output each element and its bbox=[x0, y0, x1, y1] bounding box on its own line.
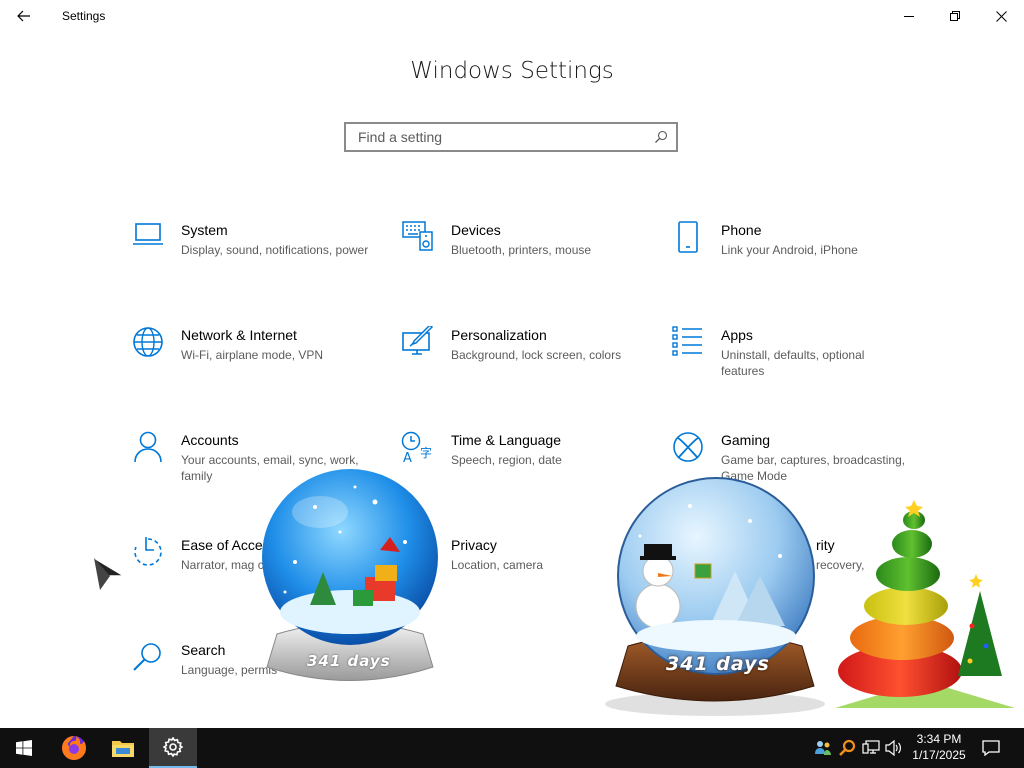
time-language-icon: A字 bbox=[401, 431, 435, 465]
tile-ease-of-access[interactable]: Ease of Acce Narrator, mag contrast bbox=[131, 536, 371, 606]
tile-name: Personalization bbox=[451, 327, 547, 343]
notification-icon bbox=[982, 740, 1000, 756]
magnifier-icon bbox=[131, 641, 165, 675]
tile-name: Search bbox=[181, 642, 226, 658]
person-icon bbox=[131, 431, 165, 465]
search-icon[interactable] bbox=[650, 130, 672, 144]
tile-description: Language, permis bbox=[181, 663, 278, 677]
taskbar: 3:34 PM 1/17/2025 bbox=[0, 728, 1024, 768]
snowglobe-brown-caption: 341 days bbox=[666, 653, 770, 675]
windows-logo-icon bbox=[16, 740, 32, 756]
tile-name: Network & Internet bbox=[181, 327, 297, 343]
title-bar: Settings bbox=[0, 0, 1024, 32]
tile-personalization[interactable]: Personalization Background, lock screen,… bbox=[401, 326, 641, 396]
paintbrush-monitor-icon bbox=[401, 326, 435, 360]
close-icon bbox=[995, 10, 1007, 22]
tray-people[interactable] bbox=[812, 728, 834, 768]
tile-devices[interactable]: Devices Bluetooth, printers, mouse bbox=[401, 221, 641, 291]
globe-icon bbox=[131, 326, 165, 360]
tile-name: Phone bbox=[721, 222, 762, 238]
lock-icon bbox=[401, 536, 435, 570]
tile-description: recovery, bbox=[816, 558, 865, 572]
christmas-tree-icon bbox=[835, 500, 1015, 708]
start-button[interactable] bbox=[0, 728, 48, 768]
action-center-button[interactable] bbox=[980, 728, 1002, 768]
taskbar-settings[interactable] bbox=[149, 728, 197, 768]
ease-of-access-icon bbox=[131, 536, 165, 570]
tile-description: Game bar, captures, broadcasting, Game M… bbox=[721, 453, 906, 483]
tile-description: Display, sound, notifications, power bbox=[181, 243, 369, 257]
tray-search-tool[interactable] bbox=[836, 728, 858, 768]
tile-system[interactable]: System Display, sound, notifications, po… bbox=[131, 221, 371, 291]
tile-name: Ease of Acce bbox=[181, 537, 263, 553]
folder-icon bbox=[112, 741, 134, 757]
phone-icon bbox=[671, 221, 705, 255]
tile-privacy[interactable]: Privacy Location, camera bbox=[401, 536, 641, 606]
tile-description: Background, lock screen, colors bbox=[451, 348, 622, 362]
tile-search[interactable]: Search Language, permis bbox=[131, 641, 371, 711]
tile-description: Narrator, mag contrast bbox=[181, 558, 301, 572]
arrow-left-icon bbox=[17, 10, 30, 22]
app-title: Settings bbox=[62, 9, 106, 23]
tile-name: Accounts bbox=[181, 432, 239, 448]
tile-update-security[interactable]: rity recovery, bbox=[770, 536, 910, 606]
search-input[interactable] bbox=[356, 124, 650, 150]
firefox-icon bbox=[62, 736, 86, 760]
gear-icon bbox=[163, 737, 183, 757]
tile-name: Gaming bbox=[721, 432, 771, 448]
tile-accounts[interactable]: Accounts Your accounts, email, sync, wor… bbox=[131, 431, 371, 501]
tray-volume[interactable] bbox=[883, 728, 905, 768]
search-tool-icon bbox=[839, 739, 856, 756]
tile-name: Devices bbox=[451, 222, 501, 238]
clock-date: 1/17/2025 bbox=[912, 748, 966, 762]
tile-time-language[interactable]: A字 Time & Language Speech, region, date bbox=[401, 431, 641, 501]
close-button[interactable] bbox=[978, 0, 1024, 32]
tile-phone[interactable]: Phone Link your Android, iPhone bbox=[671, 221, 911, 291]
tile-name: rity bbox=[816, 537, 835, 553]
tile-network[interactable]: Network & Internet Wi-Fi, airplane mode,… bbox=[131, 326, 371, 396]
search-box[interactable] bbox=[344, 122, 678, 152]
people-icon bbox=[815, 741, 831, 755]
tile-description: Speech, region, date bbox=[451, 453, 562, 467]
tile-name: Apps bbox=[721, 327, 753, 343]
tile-description: Link your Android, iPhone bbox=[721, 243, 858, 257]
page-title: Windows Settings bbox=[410, 58, 614, 84]
restore-button[interactable] bbox=[932, 0, 978, 32]
tile-description: Bluetooth, printers, mouse bbox=[451, 243, 592, 257]
tile-description: Wi-Fi, airplane mode, VPN bbox=[181, 348, 324, 362]
laptop-icon bbox=[131, 221, 165, 255]
tile-name: Privacy bbox=[451, 537, 497, 553]
tile-description: Your accounts, email, sync, work, family bbox=[181, 453, 359, 483]
tile-description: Uninstall, defaults, optional features bbox=[721, 348, 865, 378]
taskbar-firefox[interactable] bbox=[50, 728, 98, 768]
tile-description: Location, camera bbox=[451, 558, 544, 572]
clock-time: 3:34 PM bbox=[916, 732, 962, 746]
minimize-button[interactable] bbox=[886, 0, 932, 32]
back-button[interactable] bbox=[8, 2, 40, 30]
volume-icon bbox=[885, 740, 901, 756]
taskbar-file-explorer[interactable] bbox=[99, 728, 147, 768]
tile-name: Time & Language bbox=[451, 432, 561, 448]
network-icon bbox=[862, 740, 880, 754]
tile-name: System bbox=[181, 222, 228, 238]
svg-text:字: 字 bbox=[420, 445, 432, 460]
tray-network[interactable] bbox=[860, 728, 882, 768]
xbox-icon bbox=[671, 431, 705, 465]
maximize-icon bbox=[950, 11, 960, 21]
minimize-icon bbox=[904, 16, 914, 17]
keyboard-speaker-icon bbox=[401, 221, 435, 255]
svg-text:A: A bbox=[403, 451, 412, 463]
cursor-icon bbox=[92, 556, 126, 592]
tile-gaming[interactable]: Gaming Game bar, captures, broadcasting,… bbox=[671, 431, 911, 501]
tile-apps[interactable]: Apps Uninstall, defaults, optional featu… bbox=[671, 326, 911, 396]
taskbar-clock[interactable]: 3:34 PM 1/17/2025 bbox=[906, 731, 972, 763]
app-list-icon bbox=[671, 326, 705, 360]
